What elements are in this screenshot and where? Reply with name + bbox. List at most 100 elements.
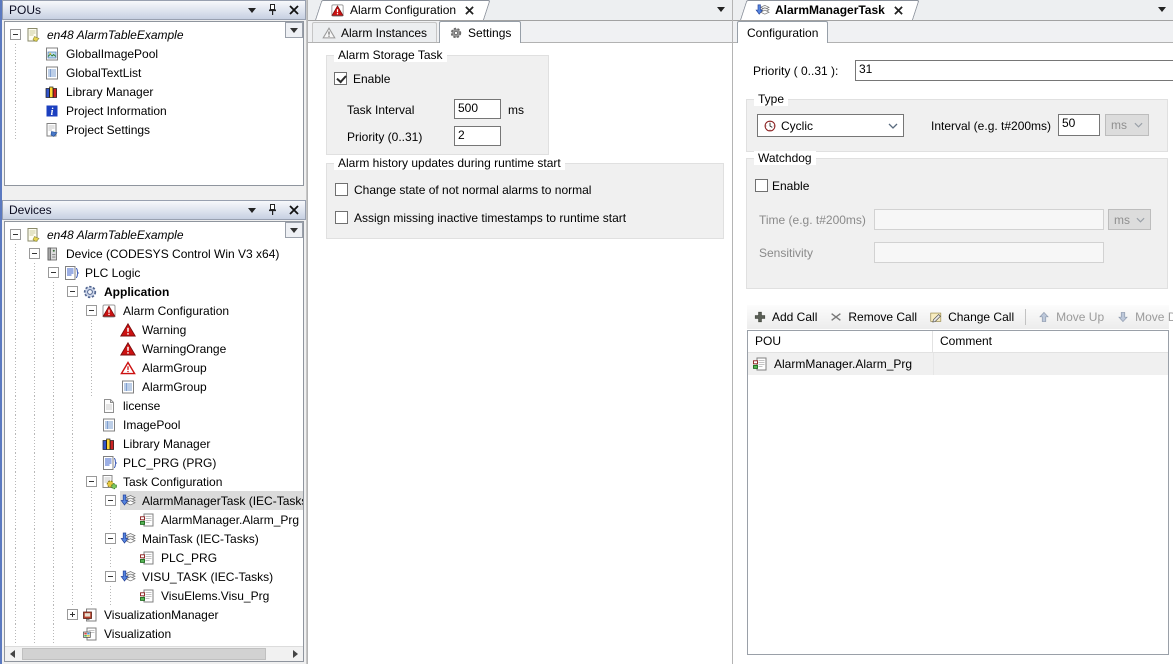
tree-item-label[interactable]: Library Manager: [64, 84, 155, 100]
pin-icon[interactable]: [267, 204, 278, 216]
tree-item-content[interactable]: AlarmGroup: [120, 358, 212, 377]
tree-item[interactable]: Project Settings: [5, 120, 303, 139]
tree-item[interactable]: AlarmGroup: [5, 377, 303, 396]
tree-item-label[interactable]: Library Manager: [121, 436, 212, 452]
tree-item-label[interactable]: AlarmGroup: [140, 360, 209, 376]
tree-item[interactable]: GlobalTextList: [5, 63, 303, 82]
tab-alarm-manager-task[interactable]: AlarmManagerTask: [747, 0, 911, 20]
close-icon[interactable]: [289, 5, 299, 15]
tree-item[interactable]: WarningOrange: [5, 339, 303, 358]
tree-item[interactable]: PLC Logic: [5, 263, 303, 282]
tree-item-content[interactable]: Visualization: [82, 624, 176, 643]
collapse-minus-icon[interactable]: [105, 495, 116, 506]
collapse-minus-icon[interactable]: [48, 267, 59, 278]
tree-item-label[interactable]: PLC_PRG (PRG): [121, 455, 218, 471]
tree-item-content[interactable]: license: [101, 396, 165, 415]
interval-input[interactable]: 50: [1058, 114, 1100, 136]
priority-input[interactable]: 2: [454, 126, 501, 146]
tree-item-content[interactable]: WarningOrange: [120, 339, 231, 358]
tree-item-label[interactable]: VISU_TASK (IEC-Tasks): [140, 569, 275, 585]
tree-item-content[interactable]: Task Configuration: [101, 472, 227, 491]
tree-item[interactable]: license: [5, 396, 303, 415]
tree-item[interactable]: iProject Information: [5, 101, 303, 120]
tree-item-label[interactable]: PLC_PRG: [159, 550, 219, 566]
tree-item-label[interactable]: Task Configuration: [121, 474, 224, 490]
tree-item-label[interactable]: GlobalImagePool: [64, 46, 160, 62]
tree-item-content[interactable]: en48 AlarmTableExample: [25, 25, 189, 44]
tree-item[interactable]: AlarmManager.Alarm_Prg: [5, 510, 303, 529]
pou-cell[interactable]: AlarmManager.Alarm_Prg: [748, 353, 933, 375]
collapse-minus-icon[interactable]: [86, 476, 97, 487]
tree-item[interactable]: Task Configuration: [5, 472, 303, 491]
tree-item-label[interactable]: AlarmGroup: [140, 379, 209, 395]
tree-item-content[interactable]: PLC_PRG (PRG): [101, 453, 221, 472]
tree-item-content[interactable]: en48 AlarmTableExample: [25, 225, 189, 244]
tree-item-label[interactable]: Visualization: [102, 626, 173, 642]
tab-alarm-configuration[interactable]: Alarm Configuration: [322, 0, 482, 20]
tree-item-content[interactable]: GlobalImagePool: [44, 44, 163, 63]
tree-item-label[interactable]: Warning: [140, 322, 188, 338]
tree-item-content[interactable]: Project Settings: [44, 120, 155, 139]
tree-item-label[interactable]: ImagePool: [121, 417, 182, 433]
tree-item-label[interactable]: Application: [102, 284, 171, 300]
enable-checkbox[interactable]: [334, 72, 347, 85]
tree-item[interactable]: ImagePool: [5, 415, 303, 434]
change-state-checkbox[interactable]: [335, 183, 348, 196]
scrollbar-track[interactable]: [20, 647, 288, 662]
tree-item-label[interactable]: Project Settings: [64, 122, 152, 138]
tree-item-content[interactable]: PLC_PRG: [139, 548, 222, 567]
tree-item-content[interactable]: Alarm Configuration: [101, 301, 234, 320]
expand-plus-icon[interactable]: [67, 609, 78, 620]
collapse-minus-icon[interactable]: [86, 305, 97, 316]
change-call-button[interactable]: Change Call: [923, 308, 1020, 326]
tree-item[interactable]: Warning: [5, 320, 303, 339]
tree-item-label[interactable]: Project Information: [64, 103, 169, 119]
column-header-comment[interactable]: Comment: [933, 331, 1168, 352]
tree-item-label[interactable]: VisualizationManager: [102, 607, 221, 623]
tree-item[interactable]: en48 AlarmTableExample: [5, 25, 303, 44]
tree-item-label[interactable]: license: [121, 398, 162, 414]
subtab-settings[interactable]: Settings: [439, 21, 521, 43]
panel-menu-icon[interactable]: [248, 8, 256, 13]
tree-item-label[interactable]: WarningOrange: [140, 341, 228, 357]
tree-dropdown-button[interactable]: [285, 22, 303, 38]
watchdog-enable-checkbox[interactable]: [755, 179, 768, 192]
task-type-select[interactable]: Cyclic: [757, 114, 904, 137]
tree-item[interactable]: VisualizationManager: [5, 605, 303, 624]
task-interval-input[interactable]: 500: [454, 99, 501, 119]
tree-item-label[interactable]: PLC Logic: [83, 265, 142, 281]
tree-item-content[interactable]: ImagePool: [101, 415, 185, 434]
assign-timestamps-checkbox[interactable]: [335, 211, 348, 224]
tree-item[interactable]: Library Manager: [5, 434, 303, 453]
tree-item-label[interactable]: en48 AlarmTableExample: [45, 227, 186, 243]
tree-item-content[interactable]: VISU_TASK (IEC-Tasks): [120, 567, 278, 586]
tree-item-label[interactable]: AlarmManager.Alarm_Prg: [159, 512, 301, 528]
tree-item-label[interactable]: MainTask (IEC-Tasks): [140, 531, 261, 547]
tree-item[interactable]: Library Manager: [5, 82, 303, 101]
tree-item[interactable]: MainTask (IEC-Tasks): [5, 529, 303, 548]
tree-item-content[interactable]: AlarmManager.Alarm_Prg: [139, 510, 304, 529]
comment-cell[interactable]: [933, 353, 1168, 375]
tab-list-dropdown-icon[interactable]: [717, 7, 725, 12]
collapse-minus-icon[interactable]: [67, 286, 78, 297]
pin-icon[interactable]: [267, 4, 278, 16]
tree-item-content[interactable]: Library Manager: [44, 82, 158, 101]
tree-item[interactable]: Application: [5, 282, 303, 301]
table-row[interactable]: AlarmManager.Alarm_Prg: [748, 353, 1168, 375]
tree-item-content[interactable]: VisualizationManager: [82, 605, 224, 624]
horizontal-scrollbar[interactable]: [5, 646, 303, 661]
tree-item-content[interactable]: iProject Information: [44, 101, 172, 120]
tree-item-label[interactable]: AlarmManagerTask (IEC-Tasks): [140, 493, 304, 509]
tree-item-content[interactable]: MainTask (IEC-Tasks): [120, 529, 264, 548]
task-priority-input[interactable]: 31: [855, 60, 1173, 81]
collapse-minus-icon[interactable]: [29, 248, 40, 259]
tab-close-icon[interactable]: [894, 6, 903, 15]
panel-menu-icon[interactable]: [248, 208, 256, 213]
collapse-minus-icon[interactable]: [105, 571, 116, 582]
tree-item[interactable]: PLC_PRG: [5, 548, 303, 567]
add-call-button[interactable]: Add Call: [747, 308, 823, 326]
tree-item[interactable]: en48 AlarmTableExample: [5, 225, 303, 244]
tab-close-icon[interactable]: [465, 6, 474, 15]
tree-dropdown-button[interactable]: [285, 222, 303, 238]
tree-item[interactable]: Visualization: [5, 624, 303, 643]
